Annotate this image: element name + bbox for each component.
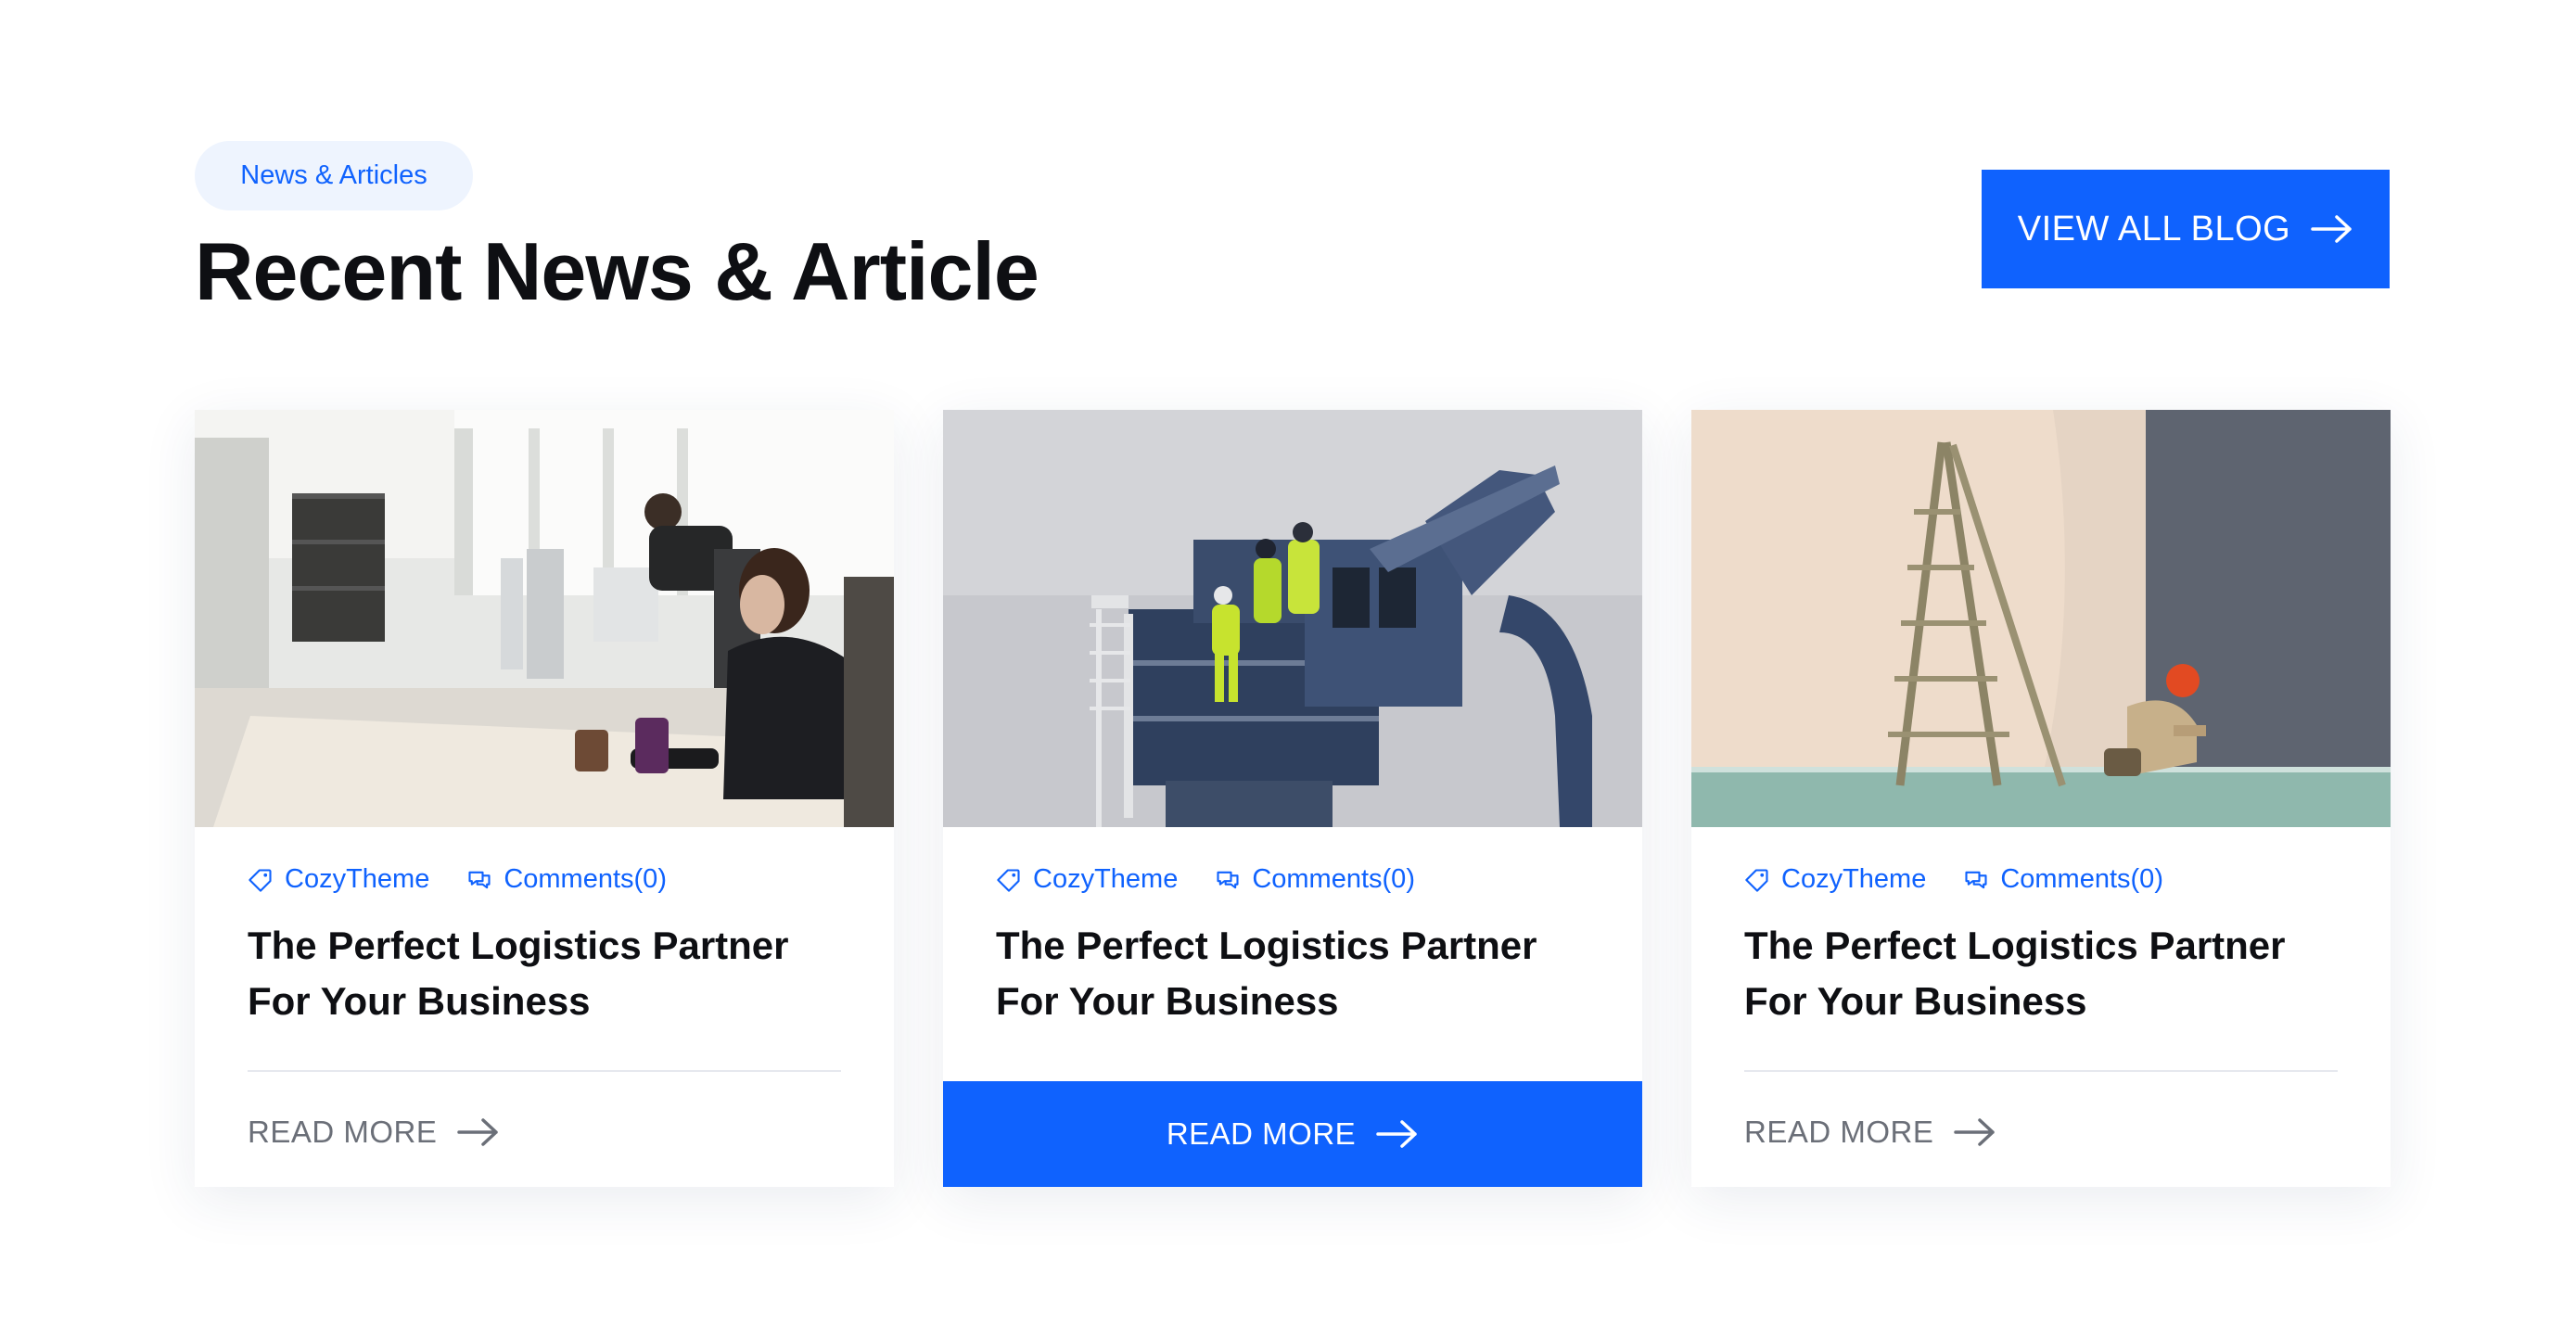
read-more-button[interactable]: READ MORE bbox=[1744, 1115, 1996, 1150]
post-comments[interactable]: Comments(0) bbox=[466, 864, 667, 895]
blog-card: CozyTheme Comments(0) The Perfect Logist… bbox=[195, 410, 894, 1187]
read-more-button[interactable]: READ MORE bbox=[248, 1115, 500, 1150]
post-author-label: CozyTheme bbox=[1033, 864, 1179, 894]
blog-card: CozyTheme Comments(0) The Perfect Logist… bbox=[1691, 410, 2391, 1187]
read-more-button[interactable]: READ MORE bbox=[943, 1081, 1642, 1187]
arrow-right-icon bbox=[1954, 1118, 1996, 1146]
post-comments[interactable]: Comments(0) bbox=[1215, 864, 1415, 895]
post-meta: CozyTheme Comments(0) bbox=[1744, 864, 2163, 895]
post-title[interactable]: The Perfect Logistics Partner For Your B… bbox=[1744, 918, 2338, 1029]
arrow-right-icon bbox=[2311, 215, 2352, 243]
tag-icon bbox=[1745, 868, 1768, 892]
section-eyebrow: News & Articles bbox=[195, 141, 473, 210]
post-author-label: CozyTheme bbox=[285, 864, 430, 894]
card-image[interactable] bbox=[943, 410, 1642, 827]
comments-icon bbox=[468, 871, 491, 888]
card-divider bbox=[248, 1070, 841, 1072]
read-more-label: READ MORE bbox=[1744, 1115, 1934, 1149]
post-title[interactable]: The Perfect Logistics Partner For Your B… bbox=[996, 918, 1589, 1029]
post-author[interactable]: CozyTheme bbox=[996, 864, 1178, 895]
section-title: Recent News & Article bbox=[195, 225, 1039, 317]
read-more-label: READ MORE bbox=[248, 1115, 438, 1149]
post-author[interactable]: CozyTheme bbox=[1744, 864, 1926, 895]
tag-icon bbox=[997, 868, 1020, 892]
post-meta: CozyTheme Comments(0) bbox=[248, 864, 667, 895]
post-author[interactable]: CozyTheme bbox=[248, 864, 429, 895]
read-more-label: READ MORE bbox=[1166, 1116, 1357, 1151]
post-comments-label: Comments(0) bbox=[1252, 864, 1415, 894]
post-comments-label: Comments(0) bbox=[504, 864, 667, 894]
post-title[interactable]: The Perfect Logistics Partner For Your B… bbox=[248, 918, 841, 1029]
card-image[interactable] bbox=[195, 410, 894, 827]
comments-icon bbox=[1965, 871, 1987, 888]
post-comments[interactable]: Comments(0) bbox=[1963, 864, 2163, 895]
view-all-blog-button[interactable]: VIEW ALL BLOG bbox=[1982, 170, 2390, 288]
tag-icon bbox=[249, 868, 272, 892]
comments-icon bbox=[1217, 871, 1239, 888]
arrow-right-icon bbox=[457, 1118, 499, 1146]
card-image[interactable] bbox=[1691, 410, 2391, 827]
card-divider bbox=[1744, 1070, 2338, 1072]
post-author-label: CozyTheme bbox=[1781, 864, 1927, 894]
blog-card: CozyTheme Comments(0) The Perfect Logist… bbox=[943, 410, 1642, 1187]
post-meta: CozyTheme Comments(0) bbox=[996, 864, 1415, 895]
arrow-right-icon bbox=[1376, 1120, 1417, 1148]
view-all-blog-label: VIEW ALL BLOG bbox=[2017, 209, 2291, 249]
post-comments-label: Comments(0) bbox=[2000, 864, 2163, 894]
